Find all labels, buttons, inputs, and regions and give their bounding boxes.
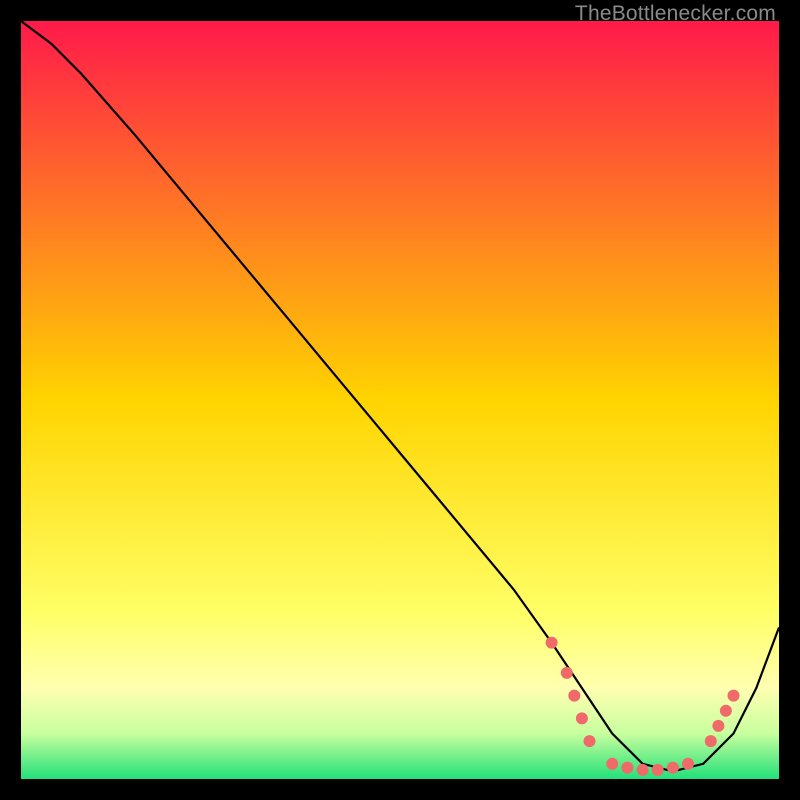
marker-dot bbox=[546, 637, 558, 649]
marker-dot bbox=[712, 720, 724, 732]
marker-dot bbox=[606, 758, 618, 770]
marker-dot bbox=[652, 764, 664, 776]
chart-frame bbox=[21, 21, 779, 779]
marker-dot bbox=[720, 705, 732, 717]
marker-dot bbox=[561, 667, 573, 679]
marker-dot bbox=[584, 735, 596, 747]
marker-dot bbox=[705, 735, 717, 747]
marker-dot bbox=[728, 690, 740, 702]
marker-dot bbox=[568, 690, 580, 702]
bottleneck-chart bbox=[21, 21, 779, 779]
marker-dot bbox=[621, 762, 633, 774]
marker-dot bbox=[667, 762, 679, 774]
marker-dot bbox=[682, 758, 694, 770]
watermark-text: TheBottleneсker.com bbox=[575, 2, 776, 26]
marker-dot bbox=[637, 764, 649, 776]
marker-dot bbox=[576, 712, 588, 724]
